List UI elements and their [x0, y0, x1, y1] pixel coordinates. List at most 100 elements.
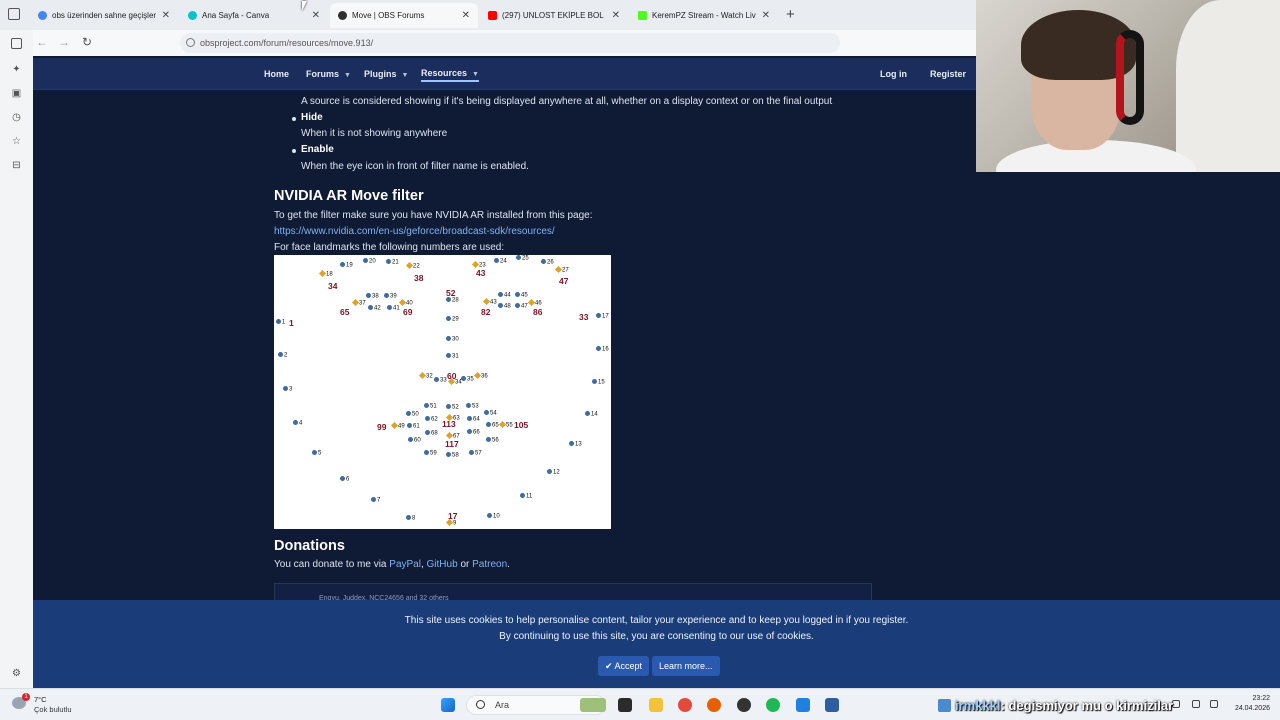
forward-icon[interactable]: →	[58, 35, 70, 49]
tray-volume-icon[interactable]	[1210, 700, 1218, 708]
landmark-point-22: 22	[405, 261, 420, 271]
obs-app-icon[interactable]	[737, 698, 751, 712]
reload-icon[interactable]: ↻	[82, 35, 92, 49]
close-tab-icon[interactable]: ✕	[762, 10, 770, 21]
landmark-label: 2	[284, 352, 288, 359]
landmark-dot-icon	[446, 353, 451, 358]
task-view-icon[interactable]	[618, 698, 632, 712]
landmark-dot-icon	[276, 319, 281, 324]
browser-sidebar: ✦ ▣ ◷ ☆ ⊟ ⚙	[0, 30, 33, 688]
donate-end: .	[507, 559, 510, 570]
kick-icon	[638, 11, 647, 20]
chat-message: : degismiyor mu o kirmizilar	[1000, 698, 1174, 713]
tab-youtube[interactable]: (297) UNLOST EKİPLE BOL MAK ✕	[480, 3, 628, 28]
chrome-icon[interactable]	[678, 698, 692, 712]
chevron-down-icon[interactable]: ▼	[472, 71, 479, 78]
landmark-dot-icon	[293, 420, 298, 425]
landmark-label: 13	[575, 441, 582, 448]
landmark-point-6: 6	[340, 476, 349, 484]
widgets-icon[interactable]	[580, 698, 606, 712]
chevron-down-icon[interactable]: ▼	[344, 72, 351, 79]
nvidia-link[interactable]: https://www.nvidia.com/en-us/geforce/bro…	[274, 226, 555, 237]
landmark-point-3: 3	[283, 386, 292, 394]
history-icon[interactable]: ◷	[11, 112, 22, 123]
sidebar-toggle-icon[interactable]	[11, 38, 22, 49]
close-tab-icon[interactable]: ✕	[312, 10, 320, 21]
close-tab-icon[interactable]: ✕	[462, 10, 470, 21]
youtube-icon	[488, 11, 497, 20]
nav-register[interactable]: Register	[930, 69, 966, 79]
settings-gear-icon[interactable]: ⚙	[11, 668, 22, 679]
back-icon[interactable]: ←	[36, 35, 48, 49]
landmark-dot-icon	[407, 423, 412, 428]
landmark-group-label-82: 82	[481, 307, 491, 317]
chat-badge-icon	[938, 699, 951, 712]
learn-more-button[interactable]: Learn more...	[652, 656, 720, 676]
bullet	[292, 149, 296, 153]
landmark-dot-icon	[486, 437, 491, 442]
landmark-label: 31	[452, 353, 459, 360]
clock[interactable]: 23:22 24.04.2026	[1228, 694, 1270, 714]
nav-home[interactable]: Home	[264, 69, 289, 79]
github-link[interactable]: GitHub	[427, 559, 458, 570]
sparkle-icon[interactable]: ✦	[11, 64, 22, 75]
landmark-dot-icon	[446, 316, 451, 321]
chevron-down-icon[interactable]: ▼	[402, 72, 409, 79]
landmark-point-19: 19	[340, 262, 353, 270]
landmark-diamond-icon	[498, 420, 507, 429]
tab-kick[interactable]: KeremPZ Stream - Watch Live o ✕	[630, 3, 778, 28]
tray-wifi-icon[interactable]	[1192, 700, 1200, 708]
downloads-icon[interactable]: ⊟	[11, 160, 22, 171]
tab-obs-search[interactable]: obs üzerinden sahne geçişleri a ✕	[30, 3, 178, 28]
url-input[interactable]: obsproject.com/forum/resources/move.913/	[180, 33, 840, 53]
nav-forums[interactable]: Forums ▼	[306, 69, 351, 79]
landmark-label: 50	[412, 411, 419, 418]
weather-status[interactable]: Çok bulutlu	[34, 705, 72, 714]
landmark-group-label-105: 105	[514, 420, 529, 430]
patreon-link[interactable]: Patreon	[472, 559, 507, 570]
favorites-icon[interactable]: ☆	[11, 136, 22, 147]
tab-obs-forums[interactable]: Move | OBS Forums ✕	[330, 3, 478, 28]
landmark-label: 52	[452, 404, 459, 411]
landmark-dot-icon	[498, 292, 503, 297]
firefox-icon[interactable]	[707, 698, 721, 712]
chat-username: irmkkkl	[955, 698, 1001, 713]
landmark-dot-icon	[424, 450, 429, 455]
close-tab-icon[interactable]: ✕	[162, 10, 170, 21]
content-right-gutter	[976, 172, 1280, 600]
nav-login[interactable]: Log in	[880, 69, 907, 79]
new-tab-button[interactable]: +	[786, 6, 795, 23]
landmark-label: 32	[426, 373, 433, 380]
collections-icon[interactable]: ▣	[11, 88, 22, 99]
notepad-icon[interactable]	[825, 698, 839, 712]
headphones-icon	[1116, 30, 1144, 125]
landmark-point-44: 44	[498, 292, 511, 300]
site-info-icon[interactable]	[186, 38, 195, 47]
landmark-label: 38	[372, 293, 379, 300]
landmark-point-18: 18	[318, 269, 333, 279]
paypal-link[interactable]: PayPal	[389, 559, 421, 570]
spotify-icon[interactable]	[766, 698, 780, 712]
accept-button[interactable]: ✔ Accept	[598, 656, 650, 676]
start-windows-icon[interactable]	[441, 698, 455, 712]
landmark-label: 43	[490, 299, 497, 306]
landmark-dot-icon	[541, 259, 546, 264]
nav-plugins[interactable]: Plugins ▼	[364, 69, 408, 79]
landmark-label: 24	[500, 258, 507, 265]
tab-actions-icon[interactable]	[8, 8, 20, 20]
edge-icon[interactable]	[796, 698, 810, 712]
landmark-dot-icon	[425, 430, 430, 435]
landmark-label: 9	[453, 520, 457, 527]
weather-temp[interactable]: 7°C	[34, 695, 47, 704]
cookie-text-1: This site uses cookies to help personali…	[404, 615, 909, 626]
landmark-label: 58	[452, 452, 459, 459]
nav-resources-label: Resources	[421, 68, 468, 78]
file-explorer-icon[interactable]	[649, 698, 663, 712]
landmark-group-label-65: 65	[340, 307, 350, 317]
landmark-label: 44	[504, 292, 511, 299]
landmark-dot-icon	[596, 313, 601, 318]
landmark-point-28: 28	[446, 297, 459, 305]
stream-chat-overlay: irmkkkl: degismiyor mu o kirmizilar	[938, 698, 1173, 713]
nav-resources[interactable]: Resources ▼	[421, 68, 479, 82]
close-tab-icon[interactable]: ✕	[612, 10, 620, 21]
